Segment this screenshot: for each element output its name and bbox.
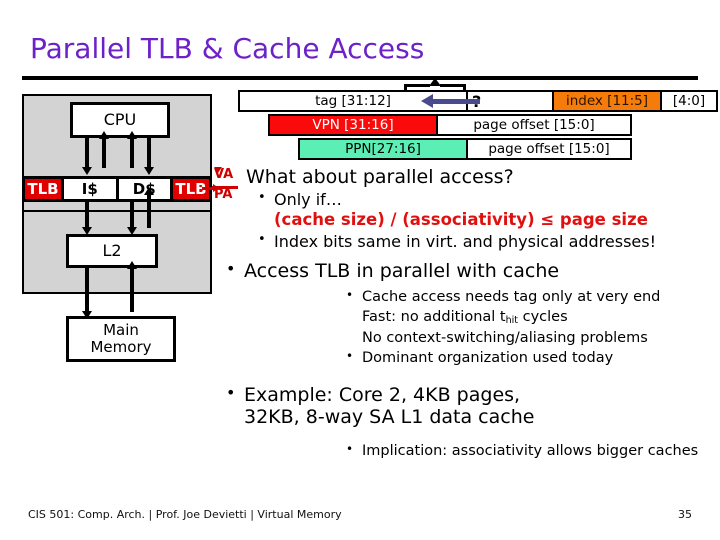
title-divider: [22, 76, 698, 80]
bullet-only-if: Only if… (cache size) / (associativity) …: [250, 190, 710, 231]
sub-point-implication: Implication: associativity allows bigger…: [340, 442, 720, 460]
example-line2: 32KB, 8-way SA L1 data cache: [244, 406, 535, 428]
arrow-cpu-to-icache: [82, 138, 92, 175]
footer-text: CIS 501: Comp. Arch. | Prof. Joe Deviett…: [28, 508, 342, 521]
slide-root: Parallel TLB & Cache Access CPU TLB I$ D…: [0, 0, 720, 540]
arrow-l2-to-dcache: [144, 187, 154, 228]
tlb-left-box: TLB: [25, 179, 61, 199]
main-memory-label-line1: Main: [103, 320, 139, 339]
main-memory-box: Main Memory: [66, 316, 176, 362]
index-to-tag-arrow-icon: [421, 94, 480, 108]
cell-page-offset-physical: page offset [15:0]: [468, 138, 632, 160]
arrow-icache-to-cpu: [99, 131, 109, 168]
arrow-dcache-to-l2: [127, 202, 137, 235]
bullet-condition: (cache size) / (associativity) ≤ page si…: [274, 210, 648, 230]
cell-page-offset-virtual: page offset [15:0]: [438, 114, 632, 136]
sub-point-fast-post: cycles: [518, 309, 568, 326]
sub-points-list: Cache access needs tag only at very end …: [340, 288, 720, 369]
icache-box: I$: [61, 179, 119, 199]
cell-question: ?: [468, 90, 554, 112]
bullet-only-if-label: Only if…: [250, 190, 710, 209]
heading-parallel-access: What about parallel access?: [246, 166, 514, 188]
va-pa-annotation: VA PA: [212, 167, 242, 214]
main-memory-label-line2: Memory: [90, 338, 152, 356]
arrow-l2-to-memory: [82, 268, 92, 319]
cache-row: TLB I$ D$ TLB: [22, 176, 212, 202]
sub-point-no-context-switch: No context-switching/aliasing problems: [362, 330, 648, 346]
cell-index: index [11:5]: [554, 90, 662, 112]
sub-point-fast: Fast: no additional thit cycles: [340, 308, 720, 327]
bullet-example-wrap: Example: Core 2, 4KB pages, 32KB, 8-way …: [222, 383, 692, 428]
memory-hierarchy-diagram: CPU TLB I$ D$ TLB L2 Main Memory: [22, 94, 212, 362]
cell-block-offset: [4:0]: [662, 90, 718, 112]
example-line1: Example: Core 2, 4KB pages,: [244, 384, 521, 406]
bullet-access-tlb-wrap: Access TLB in parallel with cache: [222, 259, 692, 282]
table-row-virtual: VPN [31:16] page offset [15:0]: [238, 114, 632, 136]
sub-point-fast-pre: Fast: no additional t: [362, 309, 506, 326]
page-number: 35: [678, 508, 692, 521]
sub-point-fast-subscript: hit: [505, 315, 518, 327]
row-spacer-translated: [238, 138, 298, 160]
row-spacer-virtual: [238, 114, 268, 136]
bullet-implication-wrap: Implication: associativity allows bigger…: [340, 442, 720, 462]
sub-point-dominant: Dominant organization used today: [340, 349, 720, 367]
cell-ppn: PPN[27:16]: [298, 138, 468, 160]
table-row-translated: PPN[27:16] page offset [15:0]: [238, 138, 632, 160]
brace-icon: [404, 78, 466, 92]
bullet-index-bits: Index bits same in virt. and physical ad…: [250, 232, 710, 251]
bullet-access-tlb: Access TLB in parallel with cache: [222, 259, 692, 282]
l2-box: L2: [66, 234, 158, 268]
arrow-icache-to-l2: [82, 202, 92, 235]
pa-label: PA: [214, 187, 233, 202]
sub-point-cache-access: Cache access needs tag only at very end: [340, 288, 720, 306]
page-title: Parallel TLB & Cache Access: [30, 32, 425, 65]
va-label: VA: [214, 167, 234, 182]
arrow-cpu-to-dcache: [144, 138, 154, 175]
bullet-example: Example: Core 2, 4KB pages, 32KB, 8-way …: [222, 383, 692, 428]
cpu-box: CPU: [70, 102, 170, 138]
arrow-dcache-to-cpu: [127, 131, 137, 168]
cell-vpn: VPN [31:16]: [268, 114, 438, 136]
arrow-memory-to-l2: [127, 261, 137, 312]
bullet-index-bits-wrap: Index bits same in virt. and physical ad…: [250, 232, 710, 252]
